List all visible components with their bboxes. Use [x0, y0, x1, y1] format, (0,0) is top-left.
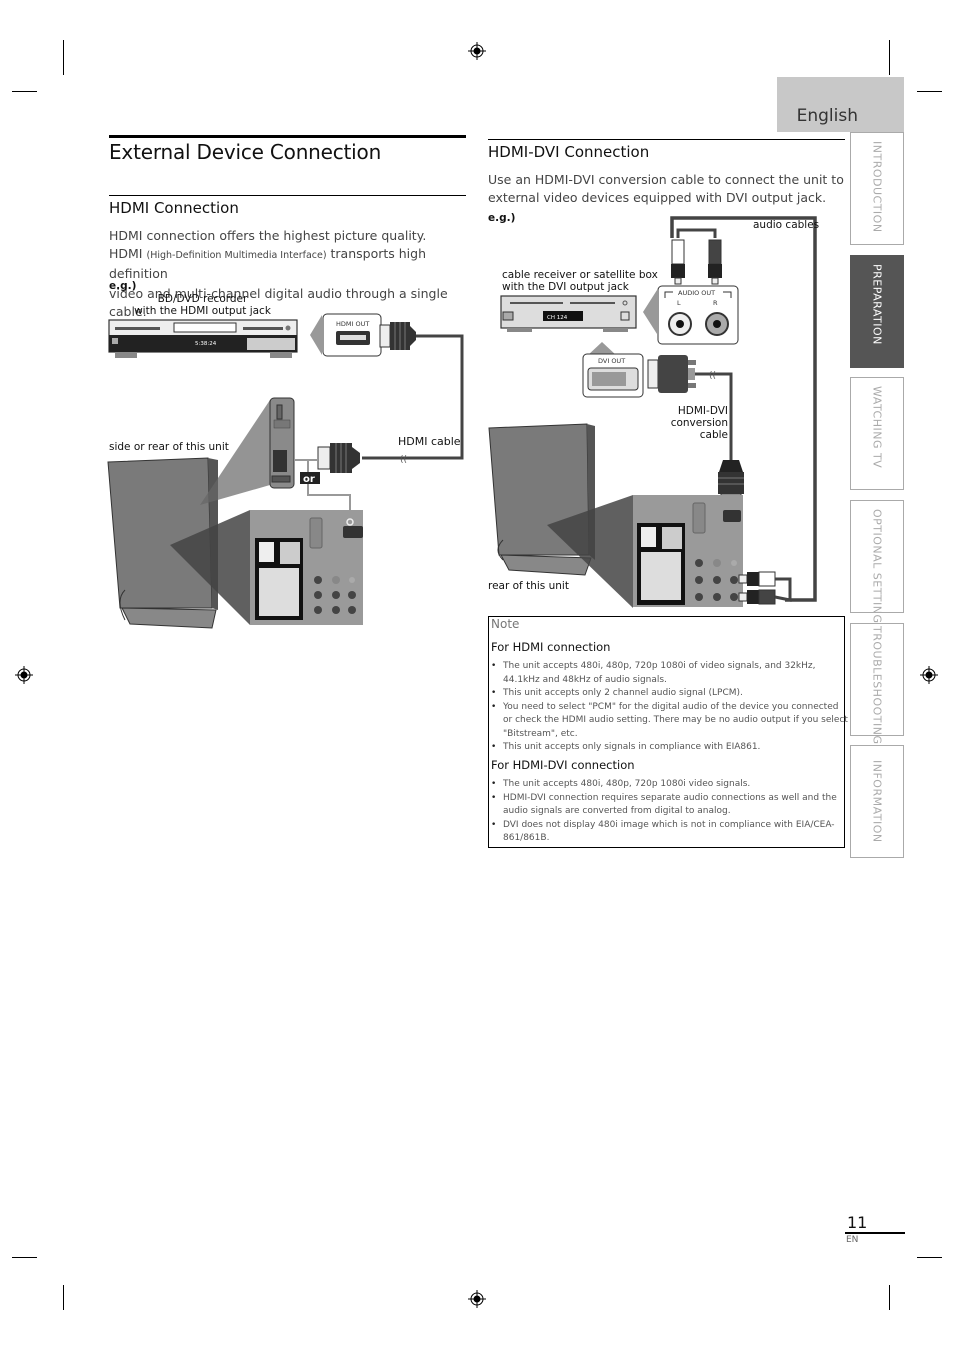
hdmi-out-port-label: HDMI OUT — [336, 320, 369, 328]
note-item: This unit accepts only 2 channel audio s… — [491, 687, 848, 701]
side-tab-watching-tv[interactable]: WATCHING TV — [850, 377, 904, 490]
side-tab-label: TROUBLESHOOTING — [870, 626, 884, 745]
crop-mark — [889, 40, 890, 75]
hdmi-line2-prefix: HDMI — [109, 246, 147, 261]
rear-unit-label: rear of this unit — [488, 580, 569, 592]
crop-mark — [917, 1257, 942, 1258]
hdmi-line2: HDMI (High-Definition Multimedia Interfa… — [109, 245, 479, 283]
section-rule — [488, 139, 845, 140]
hdmi-dvi-line1: Use an HDMI-DVI conversion cable to conn… — [488, 172, 844, 187]
recorder-label-line1: BD/DVD recorder — [157, 293, 248, 305]
note-item: The unit accepts 480i, 480p, 720p 1080i … — [491, 660, 848, 687]
note-title: Note — [491, 617, 520, 631]
side-tab-introduction[interactable]: INTRODUCTION — [850, 132, 904, 245]
note-hdmi-list: The unit accepts 480i, 480p, 720p 1080i … — [489, 660, 848, 755]
page-title: External Device Connection — [109, 140, 382, 164]
hdmi-dvi-intro-text: Use an HDMI-DVI conversion cable to conn… — [488, 171, 848, 207]
receiver-label-line1: cable receiver or satellite box — [502, 269, 658, 281]
hdmi-cable-label: HDMI cable — [398, 435, 461, 448]
note-item: The unit accepts 480i, 480p, 720p 1080i … — [491, 778, 848, 792]
page-number: 11 — [847, 1213, 868, 1232]
side-tab-preparation[interactable]: PREPARATION — [850, 255, 904, 368]
crop-mark — [889, 1285, 890, 1310]
svg-text:((: (( — [400, 455, 407, 465]
conversion-cable-label: HDMI-DVI conversion cable — [640, 405, 728, 441]
side-tab-label: PREPARATION — [870, 264, 884, 345]
side-tab-troubleshooting[interactable]: TROUBLESHOOTING — [850, 623, 904, 744]
hdmi-section-heading: HDMI Connection — [109, 199, 239, 217]
registration-mark-icon — [468, 1290, 486, 1308]
recorder-display-readout: 5:38:24 — [195, 341, 217, 347]
conversion-label-line2: conversion cable — [670, 417, 728, 441]
note-item: HDMI-DVI connection requires separate au… — [491, 792, 848, 819]
or-badge: or — [303, 474, 315, 485]
hdmi-line1: HDMI connection offers the highest pictu… — [109, 228, 427, 243]
language-tab: English — [777, 77, 904, 132]
conversion-label-line1: HDMI-DVI — [677, 405, 728, 417]
side-tab-label: WATCHING TV — [870, 386, 884, 469]
side-tab-label: OPTIONAL SETTING — [870, 509, 884, 624]
crop-mark — [12, 1257, 37, 1258]
registration-mark-icon — [15, 666, 33, 684]
note-item: You need to select "PCM" for the digital… — [491, 701, 848, 742]
hdmi-line2-small: (High-Definition Multimedia Interface) — [146, 250, 327, 261]
note-box: Note For HDMI connection The unit accept… — [488, 616, 848, 848]
recorder-label: BD/DVD recorder with the HDMI output jac… — [130, 293, 275, 317]
registration-mark-icon — [920, 666, 938, 684]
note-item: This unit accepts only signals in compli… — [491, 741, 848, 755]
note-hdmi-heading: For HDMI connection — [491, 640, 611, 654]
audio-out-label: AUDIO OUT — [678, 289, 715, 297]
section-rule — [109, 195, 466, 196]
hdmi-dvi-section-heading: HDMI-DVI Connection — [488, 143, 650, 161]
svg-text:((: (( — [709, 371, 716, 381]
receiver-display-readout: CH 124 — [547, 315, 568, 321]
receiver-label: cable receiver or satellite box with the… — [502, 269, 658, 293]
side-tab-information[interactable]: INFORMATION — [850, 745, 904, 858]
note-dvi-list: The unit accepts 480i, 480p, 720p 1080i … — [489, 778, 848, 846]
crop-mark — [12, 91, 37, 92]
hdmi-dvi-line2: external video devices equipped with DVI… — [488, 190, 827, 205]
audio-left-label: L — [677, 299, 681, 307]
language-code: EN — [846, 1235, 859, 1245]
bd-dvd-recorder-illustration — [108, 319, 298, 358]
side-tab-optional-setting[interactable]: OPTIONAL SETTING — [850, 500, 904, 623]
side-tab-label: INFORMATION — [870, 760, 884, 843]
note-dvi-heading: For HDMI-DVI connection — [491, 758, 635, 772]
hdmi-connection-diagram: 5:38:24 HDMI OUT ((or — [107, 313, 464, 629]
language-tab-label: English — [796, 106, 858, 126]
side-tab-label: INTRODUCTION — [870, 141, 884, 233]
crop-mark — [63, 1285, 64, 1310]
audio-right-label: R — [713, 299, 718, 307]
crop-mark — [63, 40, 64, 75]
recorder-label-line2: with the HDMI output jack — [134, 305, 271, 317]
title-rule — [109, 135, 466, 138]
registration-mark-icon — [468, 42, 486, 60]
page-number-rule — [845, 1232, 905, 1234]
dvi-out-label: DVI OUT — [598, 357, 625, 365]
audio-cables-label: audio cables — [753, 219, 820, 231]
receiver-label-line2: with the DVI output jack — [502, 281, 629, 293]
note-item: DVI does not display 480i image which is… — [491, 819, 848, 846]
unit-side-label: side or rear of this unit — [109, 441, 229, 453]
crop-mark — [917, 91, 942, 92]
cable-receiver-illustration — [500, 295, 637, 332]
